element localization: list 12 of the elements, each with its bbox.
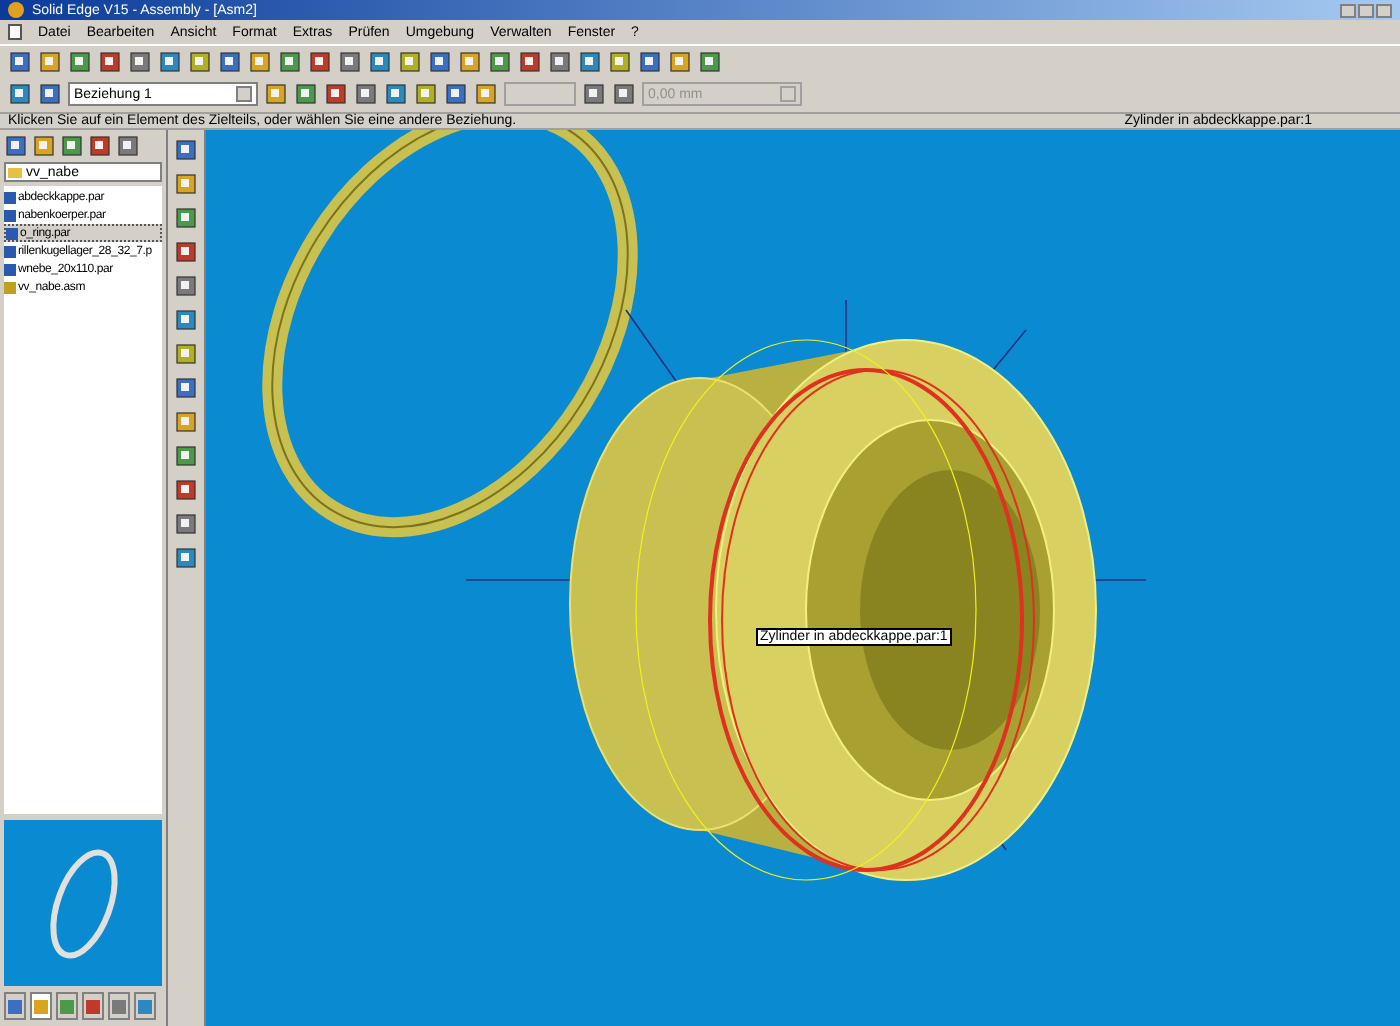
panel-tab[interactable] — [30, 992, 52, 1020]
minimize-button[interactable] — [1340, 3, 1356, 17]
document-icon — [8, 24, 22, 40]
app-icon — [8, 2, 24, 18]
panel-tab[interactable] — [56, 992, 78, 1020]
panel-tab[interactable] — [108, 992, 130, 1020]
panel-tab[interactable] — [134, 992, 156, 1020]
panel-tab[interactable] — [4, 992, 26, 1020]
maximize-button[interactable] — [1358, 3, 1374, 17]
panel-tab[interactable] — [82, 992, 104, 1020]
close-button[interactable] — [1376, 3, 1392, 17]
assembly-icon — [4, 281, 16, 293]
